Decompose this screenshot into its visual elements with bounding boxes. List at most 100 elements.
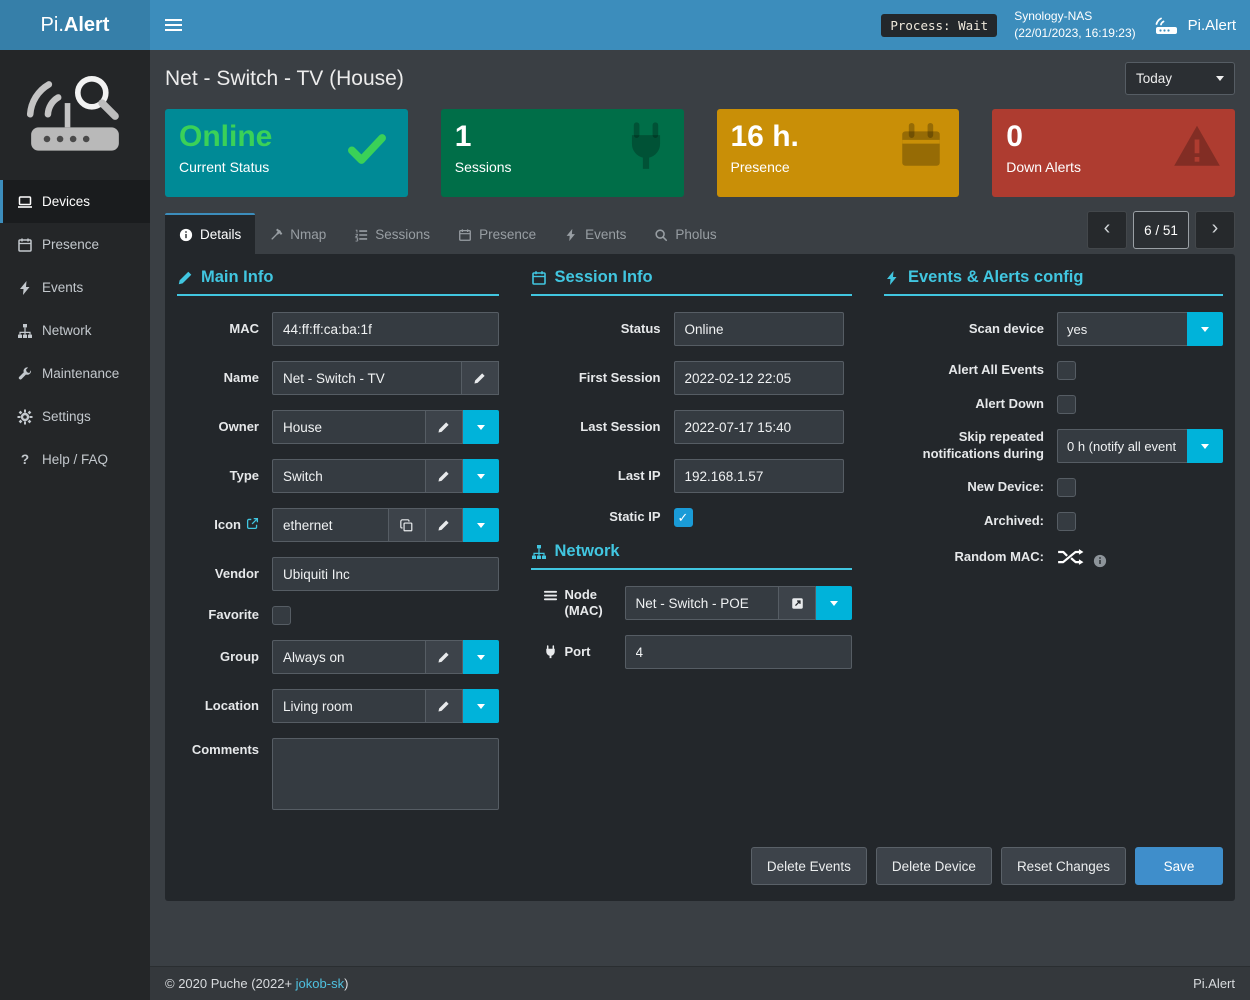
scan-device-select[interactable]: yes [1057, 312, 1187, 346]
archived-checkbox[interactable]: ✓ [1057, 512, 1076, 531]
group-dropdown-button[interactable] [463, 640, 499, 674]
presence-card: 16 h. Presence [717, 109, 960, 197]
next-device-button[interactable]: › [1195, 211, 1235, 249]
tab-label: Events [585, 227, 626, 242]
status-label: Status [531, 321, 661, 338]
group-label: Group [177, 649, 259, 666]
period-select[interactable]: Today [1125, 62, 1235, 95]
alert-all-events-checkbox[interactable]: ✓ [1057, 361, 1076, 380]
tab-pholus[interactable]: Pholus [640, 213, 730, 254]
caret-down-icon [477, 523, 485, 528]
tab-presence[interactable]: Presence [444, 213, 550, 254]
node-input[interactable] [625, 586, 780, 620]
icon-input[interactable] [272, 508, 389, 542]
sidebar-item-network[interactable]: Network [0, 309, 150, 352]
host-timestamp: (22/01/2023, 16:19:23) [1014, 25, 1135, 42]
new-device-checkbox[interactable]: ✓ [1057, 478, 1076, 497]
last-ip-input[interactable] [674, 459, 844, 493]
open-node-button[interactable] [779, 586, 816, 620]
tab-details[interactable]: Details [165, 213, 255, 254]
prev-device-button[interactable]: ‹ [1087, 211, 1127, 249]
mac-input[interactable] [272, 312, 499, 346]
edit-owner-button[interactable] [426, 410, 463, 444]
caret-down-icon [830, 601, 838, 606]
hammer-icon [269, 228, 283, 242]
sidebar-item-maintenance[interactable]: Maintenance [0, 352, 150, 395]
location-field: Location [177, 689, 499, 723]
sidebar-item-presence[interactable]: Presence [0, 223, 150, 266]
location-dropdown-button[interactable] [463, 689, 499, 723]
first-session-input[interactable] [674, 361, 844, 395]
vendor-input[interactable] [272, 557, 499, 591]
sidebar-item-events[interactable]: Events [0, 266, 150, 309]
author-link[interactable]: jokob-sk [296, 976, 344, 991]
chevron-left-icon: ‹ [1104, 217, 1111, 240]
reset-changes-button[interactable]: Reset Changes [1001, 847, 1126, 885]
page-title: Net - Switch - TV (House) [165, 67, 404, 91]
copy-icon-button[interactable] [389, 508, 426, 542]
skip-notifications-select[interactable]: 0 h (notify all event [1057, 429, 1187, 463]
new-device-field: New Device: ✓ [884, 478, 1223, 497]
tab-nmap[interactable]: Nmap [255, 213, 340, 254]
edit-name-button[interactable] [462, 361, 499, 395]
archived-field: Archived: ✓ [884, 512, 1223, 531]
sidebar-toggle-button[interactable] [150, 0, 196, 50]
laptop-icon [17, 194, 33, 210]
gear-icon [17, 409, 33, 425]
type-input[interactable] [272, 459, 426, 493]
alert-down-field: Alert Down ✓ [884, 395, 1223, 414]
owner-label: Owner [177, 419, 259, 436]
last-session-input[interactable] [674, 410, 844, 444]
calendar-icon [896, 122, 946, 172]
external-link-icon[interactable] [246, 517, 259, 530]
edit-icon-button[interactable] [426, 508, 463, 542]
scan-device-dropdown-button[interactable] [1187, 312, 1223, 346]
topbar-app-badge[interactable]: Pi.Alert [1153, 15, 1236, 36]
owner-input[interactable] [272, 410, 426, 444]
list-ol-icon [354, 228, 368, 242]
location-input[interactable] [272, 689, 426, 723]
edit-location-button[interactable] [426, 689, 463, 723]
sidebar-nav: Devices Presence Events Network Maintena… [0, 180, 150, 481]
status-input[interactable] [674, 312, 844, 346]
alert-down-checkbox[interactable]: ✓ [1057, 395, 1076, 414]
save-button[interactable]: Save [1135, 847, 1223, 885]
name-input[interactable] [272, 361, 462, 395]
delete-events-button[interactable]: Delete Events [751, 847, 867, 885]
edit-type-button[interactable] [426, 459, 463, 493]
footer: © 2020 Puche (2022+ jokob-sk) Pi.Alert [150, 966, 1250, 1000]
type-dropdown-button[interactable] [463, 459, 499, 493]
edit-group-button[interactable] [426, 640, 463, 674]
caret-down-icon [477, 655, 485, 660]
owner-dropdown-button[interactable] [463, 410, 499, 444]
skip-notifications-field: Skip repeated notifications during 0 h (… [884, 429, 1223, 463]
device-position-indicator: 6 / 51 [1133, 211, 1189, 249]
section-title: Events & Alerts config [908, 268, 1083, 287]
vendor-field: Vendor [177, 557, 499, 591]
skip-notifications-dropdown-button[interactable] [1187, 429, 1223, 463]
alert-all-events-label: Alert All Events [884, 362, 1044, 379]
sidebar-item-label: Devices [42, 194, 90, 209]
sidebar-item-devices[interactable]: Devices [0, 180, 150, 223]
static-ip-checkbox[interactable]: ✓ [674, 508, 693, 527]
tab-events[interactable]: Events [550, 213, 640, 254]
sidebar-item-settings[interactable]: Settings [0, 395, 150, 438]
sessions-card: 1 Sessions [441, 109, 684, 197]
group-input[interactable] [272, 640, 426, 674]
icon-label: Icon [177, 517, 259, 534]
favorite-checkbox[interactable]: ✓ [272, 606, 291, 625]
icon-dropdown-button[interactable] [463, 508, 499, 542]
port-plug-icon [543, 645, 558, 660]
name-label: Name [177, 370, 259, 387]
scan-device-field: Scan device yes [884, 312, 1223, 346]
port-input[interactable] [625, 635, 853, 669]
tab-sessions[interactable]: Sessions [340, 213, 444, 254]
sidebar-item-label: Help / FAQ [42, 452, 108, 467]
node-dropdown-button[interactable] [816, 586, 852, 620]
brand-logo[interactable]: Pi.Alert [0, 0, 150, 50]
shuffle-icon[interactable] [1057, 548, 1084, 566]
delete-device-button[interactable]: Delete Device [876, 847, 992, 885]
sidebar-item-help[interactable]: ? Help / FAQ [0, 438, 150, 481]
session-info-header: Session Info [531, 268, 853, 296]
comments-textarea[interactable] [272, 738, 499, 810]
